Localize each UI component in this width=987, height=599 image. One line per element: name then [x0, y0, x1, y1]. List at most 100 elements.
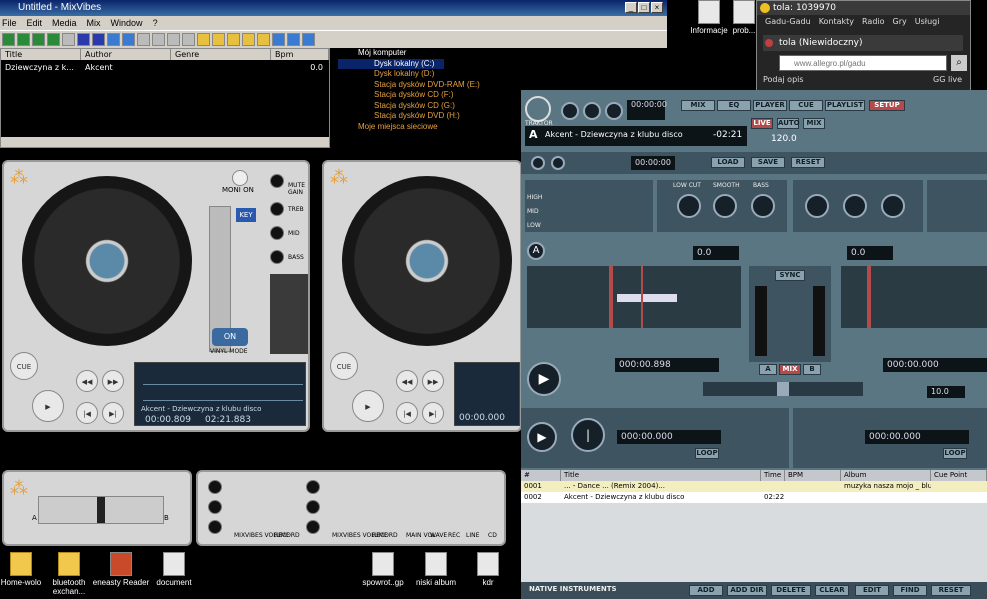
playlist-reset-button[interactable]: RESET	[931, 585, 971, 596]
crossfader[interactable]	[38, 496, 164, 524]
key-button[interactable]: KEY	[236, 208, 256, 222]
playlist-add-button[interactable]: ADD	[689, 585, 723, 596]
tab-eq[interactable]: EQ	[717, 100, 751, 111]
toolbar-new-icon[interactable]	[2, 33, 15, 46]
col-title[interactable]: Title	[561, 470, 761, 481]
toolbar-rec-icon[interactable]	[92, 33, 105, 46]
cue-play-button[interactable]: ▶	[527, 422, 557, 452]
fx-knob[interactable]	[843, 194, 867, 218]
menu-file[interactable]: File	[2, 16, 17, 30]
toolbar-stop-icon[interactable]	[77, 33, 90, 46]
fast-forward-icon[interactable]: ▶▶	[422, 370, 444, 392]
menu-edit[interactable]: Edit	[27, 16, 43, 30]
menu-help[interactable]: ?	[153, 16, 158, 30]
gain-knob[interactable]	[270, 174, 284, 188]
toolbar-remove-icon[interactable]	[62, 33, 75, 46]
vinyl-on-button[interactable]: ON	[212, 328, 248, 346]
cue-button[interactable]: CUE	[330, 352, 358, 380]
table-row[interactable]: 0002 Akcent - Dziewczyna z klubu disco 0…	[521, 492, 987, 503]
mixer-knob[interactable]	[306, 500, 320, 514]
toolbar-next-icon[interactable]	[182, 33, 195, 46]
rec-play-button[interactable]	[531, 156, 545, 170]
close-button[interactable]: ×	[651, 2, 663, 13]
toolbar-sampler-icon[interactable]	[272, 33, 285, 46]
mode-live[interactable]: LIVE	[751, 118, 773, 129]
fx-knob[interactable]	[677, 194, 701, 218]
next-track-icon[interactable]: ▶|	[102, 402, 124, 424]
gg-menu-item[interactable]: Radio	[862, 17, 884, 31]
mixer-knob[interactable]	[306, 480, 320, 494]
col-bpm[interactable]: Bpm	[271, 49, 329, 60]
toolbar-save-icon[interactable]	[32, 33, 45, 46]
tab-cue[interactable]: CUE	[789, 100, 823, 111]
toolbar-import-icon[interactable]	[107, 33, 120, 46]
gg-titlebar[interactable]: tola: 1039970	[757, 1, 970, 15]
gg-menu-item[interactable]: Usługi	[915, 17, 940, 31]
fast-forward-icon[interactable]: ▶▶	[102, 370, 124, 392]
tab-player[interactable]: PLAYER	[753, 100, 787, 111]
toolbar-mixer-icon[interactable]	[257, 33, 270, 46]
tree-item-selected[interactable]: Dysk lokalny (C:)	[338, 58, 444, 69]
crossfader-handle[interactable]	[97, 497, 105, 523]
tab-playlist[interactable]: PLAYLIST	[825, 100, 865, 111]
col-author[interactable]: Author	[81, 49, 171, 60]
col-title[interactable]: Title	[1, 49, 81, 60]
fx-knob[interactable]	[881, 194, 905, 218]
toolbar-settings-icon[interactable]	[302, 33, 315, 46]
gg-menu-item[interactable]: Gry	[893, 17, 907, 31]
fx-knob[interactable]	[805, 194, 829, 218]
bass-knob[interactable]	[270, 250, 284, 264]
gg-menu-item[interactable]: Gadu-Gadu	[765, 17, 811, 31]
play-button[interactable]: ▶	[352, 390, 384, 422]
toolbar-grid-icon[interactable]	[212, 33, 225, 46]
table-row[interactable]: Dziewczyna z k... Akcent 0.0	[1, 63, 329, 72]
rec-load-button[interactable]: LOAD	[711, 157, 745, 168]
gg-contact[interactable]: tola (Niewidoczny)	[763, 35, 963, 51]
toolbar-open-icon[interactable]	[17, 33, 30, 46]
playlist-adddir-button[interactable]: ADD DIR	[727, 585, 767, 596]
library-scrollbar[interactable]	[1, 137, 329, 147]
col-cue[interactable]: Cue Point	[931, 470, 987, 481]
mixer-knob[interactable]	[208, 480, 222, 494]
minimize-button[interactable]: _	[625, 2, 637, 13]
gg-mode[interactable]: GG live	[933, 75, 962, 84]
menu-mix[interactable]: Mix	[87, 16, 101, 30]
next-track-icon[interactable]: ▶|	[422, 402, 444, 424]
waveform-a[interactable]	[527, 266, 741, 328]
mode-auto[interactable]: AUTO	[777, 118, 800, 129]
table-row[interactable]: 0001 ... - Dance ... (Remix 2004)... muz…	[521, 481, 987, 492]
tab-setup[interactable]: SETUP	[869, 100, 905, 111]
mix-a-button[interactable]: A	[759, 364, 777, 375]
gg-search-input[interactable]	[779, 55, 947, 71]
menu-window[interactable]: Window	[111, 16, 143, 30]
moni-button[interactable]	[232, 170, 248, 186]
deck-a-play-button[interactable]: ▶	[527, 362, 561, 396]
crossfader[interactable]	[703, 382, 863, 396]
play-button[interactable]: ▶	[32, 390, 64, 422]
treble-knob[interactable]	[270, 202, 284, 216]
tree-item[interactable]: Mój komputer	[338, 48, 668, 59]
rec-reset-button[interactable]: RESET	[791, 157, 825, 168]
sync-button[interactable]: SYNC	[775, 270, 805, 281]
playlist-clear-button[interactable]: CLEAR	[815, 585, 849, 596]
toolbar-fwd-icon[interactable]	[167, 33, 180, 46]
toolbar-list-icon[interactable]	[197, 33, 210, 46]
next-button[interactable]	[605, 102, 623, 120]
prev-track-icon[interactable]: |◀	[76, 402, 98, 424]
playlist-find-button[interactable]: FIND	[893, 585, 927, 596]
col-bpm[interactable]: BPM	[785, 470, 841, 481]
loop-button[interactable]: LOOP	[695, 448, 719, 459]
mode-mix[interactable]: MIX	[803, 118, 825, 129]
record-button[interactable]	[583, 102, 601, 120]
tree-item[interactable]: Dysk lokalny (D:)	[338, 69, 668, 80]
fx-knob[interactable]	[751, 194, 775, 218]
menu-media[interactable]: Media	[52, 16, 77, 30]
toolbar-back-icon[interactable]	[152, 33, 165, 46]
playlist-edit-button[interactable]: EDIT	[855, 585, 889, 596]
mid-knob[interactable]	[270, 226, 284, 240]
rewind-icon[interactable]: ◀◀	[396, 370, 418, 392]
mixer-knob[interactable]	[208, 500, 222, 514]
col-number[interactable]: #	[521, 470, 561, 481]
play-button[interactable]	[561, 102, 579, 120]
toolbar-view-icon[interactable]	[227, 33, 240, 46]
